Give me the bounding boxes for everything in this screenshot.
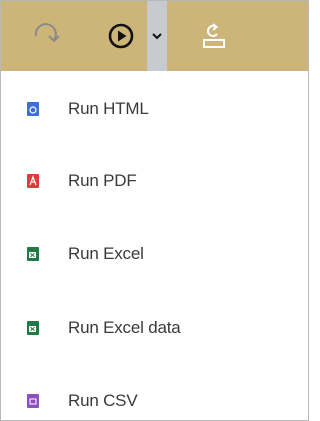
toolbar [1,1,308,71]
pdf-file-icon [27,174,39,188]
menu-item-label: Run PDF [68,171,137,190]
export-upload-icon [203,23,225,48]
redo-button[interactable] [25,1,69,71]
menu-item-run-html[interactable]: Run HTML [1,79,308,139]
redo-arrow-icon [34,23,60,43]
html-file-icon [27,102,39,116]
excel-file-icon [27,247,39,261]
menu-item-label: Run Excel data [68,318,181,337]
export-button[interactable] [197,1,231,71]
menu-item-label: Run Excel [68,244,144,263]
menu-item-run-pdf[interactable]: Run PDF [1,151,308,211]
menu-item-label: Run HTML [68,99,149,118]
run-button[interactable] [99,1,143,71]
chevron-down-icon [152,33,162,40]
play-circle-icon [108,23,134,49]
excel-data-file-icon [27,321,39,335]
menu-item-label: Run CSV [68,391,138,410]
menu-item-run-csv[interactable]: Run CSV [1,371,308,420]
menu-item-run-excel-data[interactable]: Run Excel data [1,298,308,358]
menu-item-run-excel[interactable]: Run Excel [1,224,308,284]
csv-file-icon [27,394,39,408]
run-menu-popup: Run HTML Run PDF Run Excel Run Excel dat… [0,0,309,421]
run-options-dropdown-button[interactable] [147,1,167,71]
